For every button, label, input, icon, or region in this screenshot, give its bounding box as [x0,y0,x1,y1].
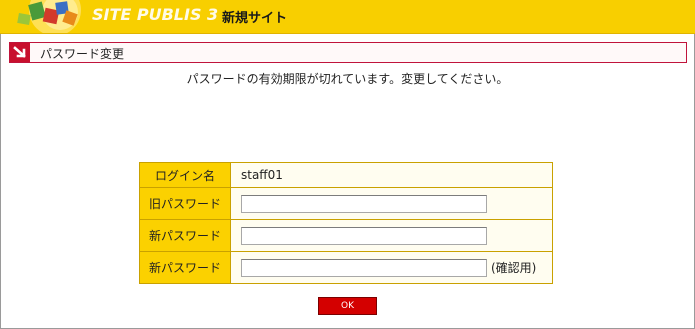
new-password-row: 新パスワード [139,219,553,252]
confirm-password-label: 新パスワード [139,251,231,284]
ok-button[interactable]: OK [318,297,377,315]
section-header: パスワード変更 [9,42,687,63]
old-password-row: 旧パスワード [139,187,553,220]
old-password-label: 旧パスワード [139,187,231,220]
expiry-message: パスワードの有効期限が切れています。変更してください。 [186,72,509,86]
confirm-password-row: 新パスワード (確認用) [139,251,553,284]
login-label: ログイン名 [139,162,231,188]
login-value: staff01 [230,162,553,188]
new-password-label: 新パスワード [139,219,231,252]
app-header: SITE PUBLIS 3 新規サイト [0,0,695,34]
confirm-password-input[interactable] [241,258,487,277]
new-password-input[interactable] [241,226,487,245]
logo-text: SITE PUBLIS 3 [92,5,219,24]
section-title: パスワード変更 [40,47,125,61]
logo-icon [0,0,95,33]
password-form: ログイン名 staff01 旧パスワード 新パスワード 新パスワード (確認用) [139,162,553,284]
old-password-input[interactable] [241,194,487,213]
arrow-down-right-icon [10,43,30,62]
site-name: 新規サイト [222,11,288,26]
login-row: ログイン名 staff01 [139,162,553,188]
confirm-note: (確認用) [491,261,537,275]
